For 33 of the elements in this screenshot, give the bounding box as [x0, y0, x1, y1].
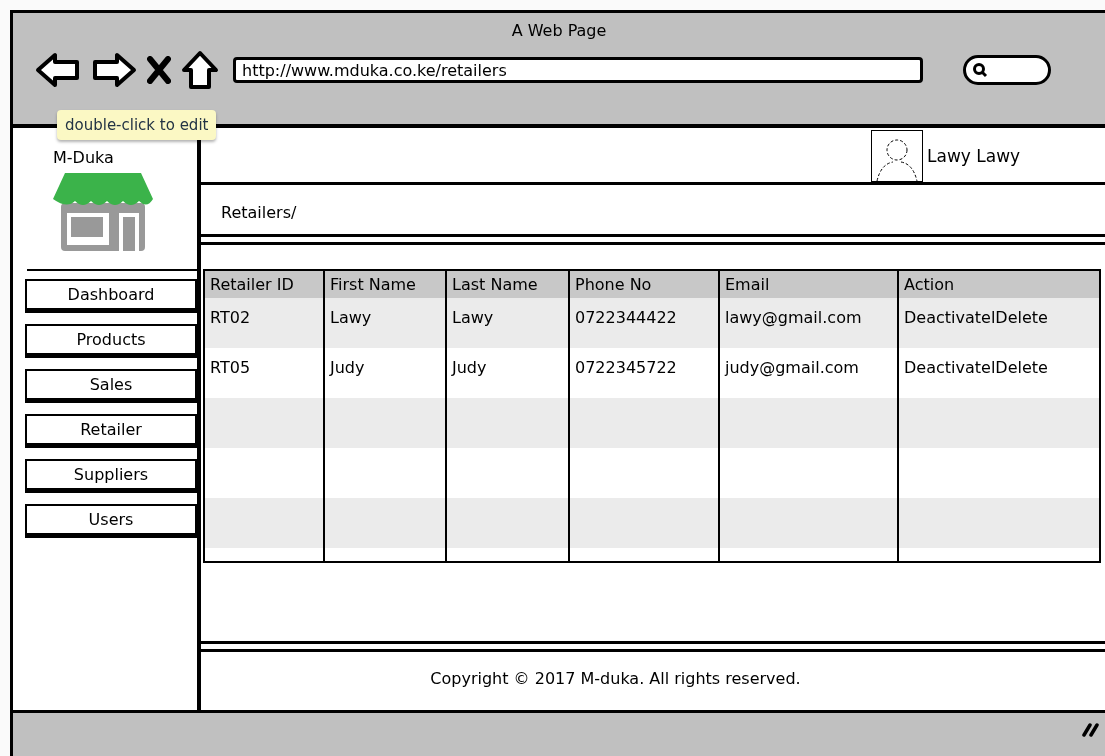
sidebar-nav-button[interactable]: Suppliers	[25, 459, 197, 493]
address-field[interactable]: http://www.mduka.co.ke/retailers	[233, 57, 923, 83]
column-header: Phone No	[568, 271, 718, 298]
column-header: Action	[897, 271, 1099, 298]
window-title: A Web Page	[510, 20, 608, 40]
search-icon	[972, 62, 988, 78]
sidebar-nav-button[interactable]: Dashboard	[25, 279, 197, 313]
back-arrow-icon[interactable]	[35, 52, 81, 88]
tooltip: double-click to edit	[57, 110, 217, 140]
sidebar-nav-button[interactable]: Users	[25, 504, 197, 538]
table-cell: Lawy	[445, 298, 568, 348]
breadcrumb: Retailers/	[201, 190, 1105, 237]
user-name: Lawy Lawy	[927, 146, 1021, 166]
table-cell: lawy@gmail.com	[718, 298, 897, 348]
table-cell: RT02	[205, 298, 323, 348]
forward-arrow-icon[interactable]	[91, 52, 137, 88]
table-cell: 0722344422	[568, 298, 718, 348]
footer-text: Copyright © 2017 M-duka. All rights reserved.	[201, 649, 1105, 704]
shop-logo-icon	[53, 173, 153, 253]
table-cell: Lawy	[323, 298, 445, 348]
column-header: Retailer ID	[205, 271, 323, 298]
sidebar-nav-button[interactable]: Retailer	[25, 414, 197, 448]
home-icon[interactable]	[181, 50, 219, 90]
close-icon[interactable]	[147, 56, 171, 84]
column-header: Last Name	[445, 271, 568, 298]
resize-grip-icon	[1082, 721, 1100, 737]
table-cell: DeactivatelDelete	[897, 298, 1099, 348]
sidebar-nav-button[interactable]: Sales	[25, 369, 197, 403]
column-header: Email	[718, 271, 897, 298]
sidebar-nav-button[interactable]: Products	[25, 324, 197, 358]
search-field[interactable]	[963, 55, 1051, 85]
column-header: First Name	[323, 271, 445, 298]
brand-name: M-Duka	[52, 147, 115, 167]
